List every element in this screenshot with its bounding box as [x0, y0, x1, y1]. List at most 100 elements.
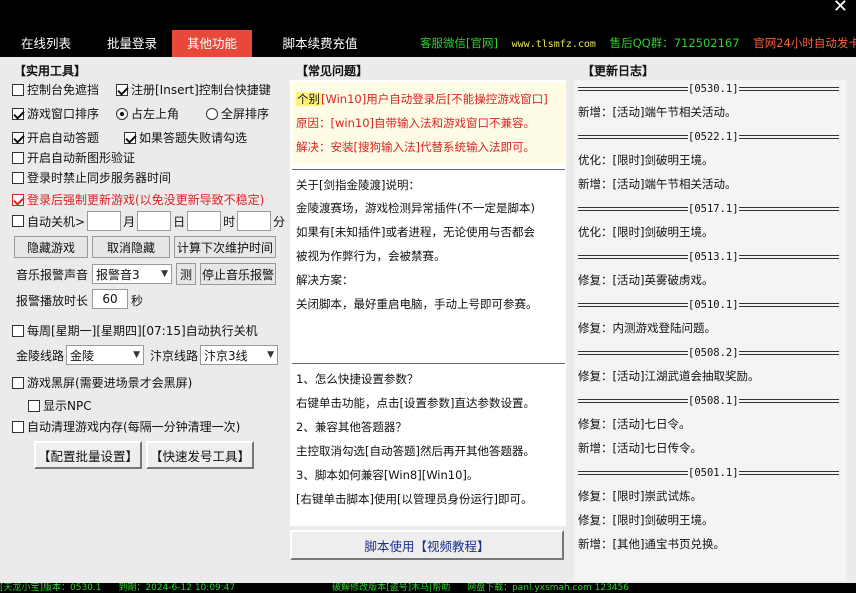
faq-q2: 2、兼容其他答题器？	[296, 420, 407, 434]
close-icon[interactable]: ✕	[833, 0, 848, 16]
chevron-down-icon: ▼	[161, 269, 168, 279]
weekly-shutdown-checkbox[interactable]	[12, 324, 24, 337]
status-download[interactable]: 网盘下载：panl.yxsmah.com 123456	[467, 583, 629, 593]
test-sound-button[interactable]: 测	[176, 263, 196, 285]
faq-p5: 解决方案：	[296, 273, 354, 287]
window-sort-checkbox[interactable]	[12, 107, 24, 120]
window-sort-option[interactable]: 游戏窗口排序	[12, 105, 99, 122]
website-link[interactable]: www.tlsmfz.com	[512, 39, 596, 50]
service-wechat-link[interactable]: 客服微信[官网]	[420, 36, 498, 50]
auto-answer-option[interactable]: 开启自动答题	[12, 129, 99, 146]
hide-game-button[interactable]: 隐藏游戏	[14, 236, 88, 258]
black-screen-option[interactable]: 游戏黑屏(需要进场景才会黑屏)	[12, 374, 192, 391]
changelog-version: [0508.2]	[688, 348, 739, 359]
day-input[interactable]	[137, 211, 172, 231]
double-line-divider	[738, 471, 839, 475]
answer-fail-option[interactable]: 如果答题失败请勾选	[124, 129, 247, 146]
changelog-version: [0501.1]	[688, 468, 739, 479]
faq-issue-text: [Win10]用户自动登录后[不能操控游戏窗口]	[321, 92, 548, 106]
full-screen-radio-option[interactable]: 全屏排序	[206, 105, 269, 122]
bianjing-route-label: 汴京线路	[150, 349, 199, 363]
main-tabs: 在线列表 批量登录 其他功能 脚本续费充值	[0, 30, 388, 57]
hour-label: 时	[223, 214, 236, 229]
show-npc-checkbox[interactable]	[28, 399, 40, 412]
no-sync-time-checkbox[interactable]	[12, 171, 24, 184]
status-crack-help[interactable]: 破解修改版本[盗号]木马|帮助	[332, 583, 450, 593]
fast-trade-button[interactable]: 【快速发号工具】	[146, 441, 254, 469]
weekly-shutdown-option[interactable]: 每周[星期一][星期四][07:15]自动执行关机	[12, 322, 258, 339]
double-line-divider	[578, 351, 688, 355]
video-tutorial-button[interactable]: 脚本使用【视频教程】	[290, 530, 564, 560]
chevron-down-icon: ▼	[267, 350, 274, 360]
answer-fail-checkbox[interactable]	[124, 131, 136, 144]
register-hotkey-label: 注册[Insert]控制台快捷键	[131, 83, 271, 97]
faq-reason: 原因：[win10]自带输入法和游戏窗口不兼容。	[296, 116, 535, 130]
top-left-radio-option[interactable]: 占左上角	[116, 105, 179, 122]
changelog-entry: 优化：[限时]剑破明王境。	[578, 225, 714, 239]
config-batch-button[interactable]: 【配置批量设置】	[34, 441, 142, 469]
alarm-duration-input[interactable]: 60	[92, 289, 128, 309]
answer-fail-label: 如果答题失败请勾选	[139, 131, 248, 145]
clean-memory-option[interactable]: 自动清理游戏内存(每隔一分钟清理一次)	[12, 418, 240, 435]
month-label: 月	[123, 214, 136, 229]
minute-input[interactable]	[237, 211, 272, 231]
music-alarm-select[interactable]: 报警音3 ▼	[92, 264, 172, 284]
console-free-checkbox[interactable]	[12, 83, 24, 96]
tab-other-functions[interactable]: 其他功能	[172, 30, 252, 57]
register-hotkey-option[interactable]: 注册[Insert]控制台快捷键	[116, 81, 271, 98]
faq-solution: 解决：安装[搜狗输入法]代替系统输入法即可。	[296, 140, 535, 154]
hour-input[interactable]	[187, 211, 222, 231]
changelog-version: [0508.1]	[688, 396, 739, 407]
double-line-divider	[578, 207, 688, 211]
tab-renewal[interactable]: 脚本续费充值	[252, 30, 388, 57]
console-free-option[interactable]: 控制台免遮挡	[12, 81, 99, 98]
changelog-entry: 新增：[活动]端午节相关活动。	[578, 177, 737, 191]
clean-memory-checkbox[interactable]	[12, 420, 24, 433]
auto-card-link[interactable]: 官网24小时自动发卡!	[753, 36, 856, 50]
full-screen-label: 全屏排序	[221, 107, 270, 121]
show-npc-option[interactable]: 显示NPC	[28, 397, 92, 414]
qq-group-link[interactable]: 售后QQ群：712502167	[610, 36, 740, 50]
double-line-divider	[578, 399, 688, 403]
auto-answer-checkbox[interactable]	[12, 131, 24, 144]
tab-batch-login[interactable]: 批量登录	[92, 30, 172, 57]
faq-a3: [右键单击脚本]使用[以管理员身份运行]即可。	[296, 492, 533, 506]
auto-shutdown-checkbox[interactable]	[12, 215, 24, 227]
bianjing-route-select[interactable]: 汴京3线 ▼	[200, 345, 278, 365]
no-sync-time-option[interactable]: 登录时禁止同步服务器时间	[12, 169, 171, 186]
changelog-entry: 修复：[限时]剑破明王境。	[578, 513, 714, 527]
faq-issue-prefix: 个别	[296, 92, 321, 106]
faq-p6: 关闭脚本，最好重启电脑，手动上号即可参赛。	[296, 297, 538, 311]
register-hotkey-checkbox[interactable]	[116, 83, 128, 96]
changelog-version: [0513.1]	[688, 252, 739, 263]
tab-online-list[interactable]: 在线列表	[0, 30, 92, 57]
force-update-option[interactable]: 登录后强制更新游戏(以免没更新导致不稳定)	[12, 191, 264, 208]
shape-verify-option[interactable]: 开启自动新图形验证	[12, 149, 135, 166]
stop-music-button[interactable]: 停止音乐报警	[200, 263, 276, 285]
double-line-divider	[578, 87, 688, 91]
changelog-version: [0522.1]	[688, 132, 739, 143]
black-screen-label: 游戏黑屏(需要进场景才会黑屏)	[27, 376, 193, 390]
full-screen-radio[interactable]	[206, 107, 218, 120]
month-input[interactable]	[87, 211, 122, 231]
force-update-checkbox[interactable]	[12, 193, 24, 206]
faq-divider	[292, 363, 565, 364]
faq-p3: 如果有[未知插件]或者进程，无论使用与否都会	[296, 225, 535, 239]
changelog-version: [0517.1]	[688, 204, 739, 215]
unhide-game-button[interactable]: 取消隐藏	[92, 236, 170, 258]
top-left-radio[interactable]	[116, 107, 128, 120]
changelog-version: [0530.1]	[688, 84, 739, 95]
calc-maintenance-button[interactable]: 计算下次维护时间	[174, 236, 276, 258]
top-left-label: 占左上角	[131, 107, 180, 121]
changelog-entry: 修复：[活动]江湖武道会抽取奖励。	[578, 369, 760, 383]
console-free-label: 控制台免遮挡	[27, 83, 100, 97]
auto-shutdown-label: 自动关机>	[27, 214, 86, 229]
changelog-entry: 新增：[其他]通宝书页兑换。	[578, 537, 725, 551]
jinling-route-select[interactable]: 金陵 ▼	[66, 345, 144, 365]
shape-verify-checkbox[interactable]	[12, 151, 24, 164]
status-bar: [天龙小宝]版本：0530.1 到期：2024-6-12 10:09:47 破解…	[0, 583, 856, 593]
music-alarm-value: 报警音3	[96, 267, 140, 282]
black-screen-checkbox[interactable]	[12, 376, 24, 389]
changelog-version-header: [0510.1]	[578, 300, 842, 311]
double-line-divider	[578, 255, 688, 259]
